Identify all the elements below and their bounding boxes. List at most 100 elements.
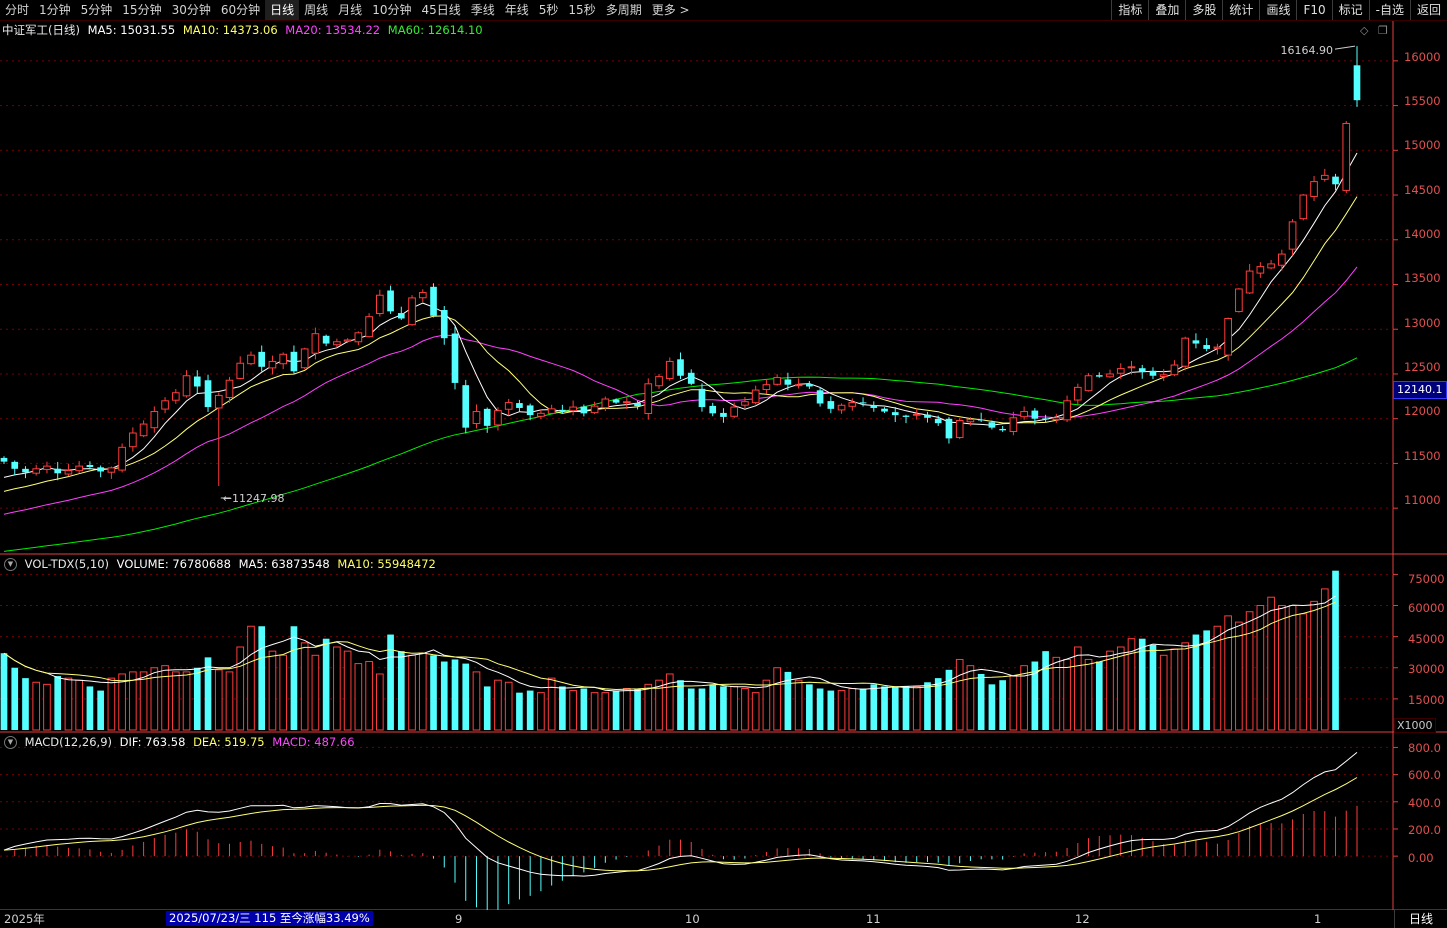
period-tab[interactable]: 60分钟	[216, 0, 265, 20]
period-tab[interactable]: 分时	[0, 0, 34, 20]
period-tabs: 分时 1分钟 5分钟 15分钟 30分钟 60分钟 日线 周线 月线 10分钟 45日线 季线 年线 5秒…	[0, 0, 695, 20]
candle-body-up	[848, 402, 857, 407]
volume-bar-up	[622, 688, 631, 731]
tool-button[interactable]: -自选	[1368, 0, 1410, 20]
tool-button[interactable]: 画线	[1259, 0, 1296, 20]
volume-bar-down	[977, 673, 985, 730]
collapse-icon[interactable]: ▼	[4, 558, 17, 571]
period-tab[interactable]: 年线	[500, 0, 534, 20]
volume-bar-up	[1224, 615, 1232, 731]
period-tab[interactable]: 15秒	[563, 0, 600, 20]
candle-body-up	[1084, 375, 1093, 392]
volume-bar-down	[97, 690, 104, 730]
period-tab[interactable]: 30分钟	[167, 0, 216, 20]
x-axis-month-label: 11	[866, 912, 881, 926]
candle-body-down	[1332, 176, 1339, 185]
candle-body-up	[1320, 174, 1329, 180]
period-tab[interactable]: 周线	[299, 0, 333, 20]
volume-ma10-value: MA10: 55948472	[337, 557, 436, 571]
collapse-icon[interactable]: ▼	[4, 736, 17, 749]
candle-body-up	[182, 375, 191, 397]
candlestick-series	[0, 46, 1361, 486]
volume-bar-down	[612, 690, 620, 730]
diamond-icon[interactable]: ◇	[1360, 24, 1368, 37]
candle-body-down	[891, 412, 899, 416]
price-axis-label: 11500	[1404, 449, 1441, 463]
period-tab[interactable]: 45日线	[416, 0, 465, 20]
period-indicator[interactable]: 日线	[1394, 910, 1447, 928]
candle-body-down	[1203, 345, 1210, 349]
candle-body-up	[1288, 221, 1297, 250]
macd-series	[3, 752, 1358, 910]
candle-body-up	[1116, 368, 1125, 374]
volume-bar-up	[1073, 646, 1082, 731]
candle-body-up	[1310, 181, 1318, 197]
period-tab[interactable]: 15分钟	[117, 0, 166, 20]
candle-body-down	[1138, 368, 1146, 373]
volume-bar-down	[559, 686, 566, 730]
candle-body-down	[462, 385, 470, 428]
restore-icon[interactable]: ❐	[1378, 24, 1388, 37]
candle-body-up	[1063, 400, 1071, 421]
volume-bar-up	[1310, 600, 1318, 731]
volume-bar-up	[43, 683, 51, 731]
period-tab[interactable]: 月线	[333, 0, 367, 20]
candle-body-up	[1127, 366, 1136, 369]
volume-bar-down	[397, 651, 405, 730]
candle-body-down	[1042, 418, 1049, 420]
volume-bar-up	[214, 669, 223, 731]
candle-body-up	[118, 446, 126, 471]
dif-line	[3, 752, 1358, 877]
tool-button[interactable]: F10	[1296, 0, 1331, 20]
volume-bar-up	[741, 688, 749, 731]
range-status-text: 2025/07/23/三 115 至今涨幅33.49%	[166, 911, 373, 926]
tool-button[interactable]: 叠加	[1148, 0, 1185, 20]
candle-body-up	[236, 362, 245, 379]
volume-bar-up	[311, 654, 320, 731]
tool-button[interactable]: 返回	[1409, 0, 1447, 20]
price-axis-label: 13000	[1404, 316, 1441, 330]
macd-axis-label: 0.00	[1408, 851, 1434, 865]
volume-bar-down	[1138, 638, 1146, 730]
volume-axis-label: 60000	[1408, 601, 1445, 615]
candle-body-up	[1052, 417, 1061, 421]
candle-body-up	[129, 432, 137, 448]
candle-body-down	[1192, 340, 1200, 344]
period-tab[interactable]: 5秒	[534, 0, 564, 20]
volume-bar-down	[290, 626, 298, 730]
tool-button[interactable]: 统计	[1222, 0, 1259, 20]
macd-indicator-name: MACD(12,26,9)	[24, 735, 112, 749]
tool-button[interactable]: 多股	[1185, 0, 1222, 20]
period-tab[interactable]: 多周期	[601, 0, 647, 20]
ma10-value: MA10: 14373.06	[182, 23, 278, 37]
period-tab[interactable]: 10分钟	[367, 0, 416, 20]
volume-bar-down	[891, 686, 899, 730]
period-tab[interactable]: 季线	[466, 0, 500, 20]
candle-body-down	[1353, 65, 1361, 101]
candle-body-up	[537, 412, 545, 417]
price-axis-label: 14500	[1404, 183, 1441, 197]
tool-button[interactable]: 标记	[1331, 0, 1369, 20]
tool-button[interactable]: 指标	[1111, 0, 1148, 20]
volume-bar-down	[462, 663, 470, 730]
period-tab[interactable]: 5分钟	[76, 0, 118, 20]
volume-bar-down	[54, 676, 62, 730]
volume-axis-label: 75000	[1408, 572, 1445, 586]
volume-ma5-value: MA5: 63873548	[238, 557, 330, 571]
volume-bar-up	[1106, 650, 1114, 731]
price-axis-label: 13500	[1404, 271, 1441, 285]
period-tab[interactable]: 1分钟	[34, 0, 76, 20]
period-tab[interactable]: 更多 >	[647, 0, 695, 20]
volume-bar-up	[547, 677, 556, 731]
chart-canvas[interactable]: 16164.90 ←11247.98	[0, 21, 1447, 910]
candle-body-up	[1267, 263, 1275, 269]
panel-window-icons[interactable]: ◇ ❐	[1360, 24, 1388, 37]
candle-body-up	[912, 413, 921, 416]
volume-bar-up	[504, 681, 513, 731]
candle-body-down	[1095, 375, 1103, 377]
volume-bar-down	[902, 686, 910, 730]
volume-axis-label: 45000	[1408, 632, 1445, 646]
candle-body-up	[1170, 364, 1179, 376]
period-tab[interactable]: 日线	[265, 0, 300, 20]
volume-bar-up	[494, 679, 502, 731]
